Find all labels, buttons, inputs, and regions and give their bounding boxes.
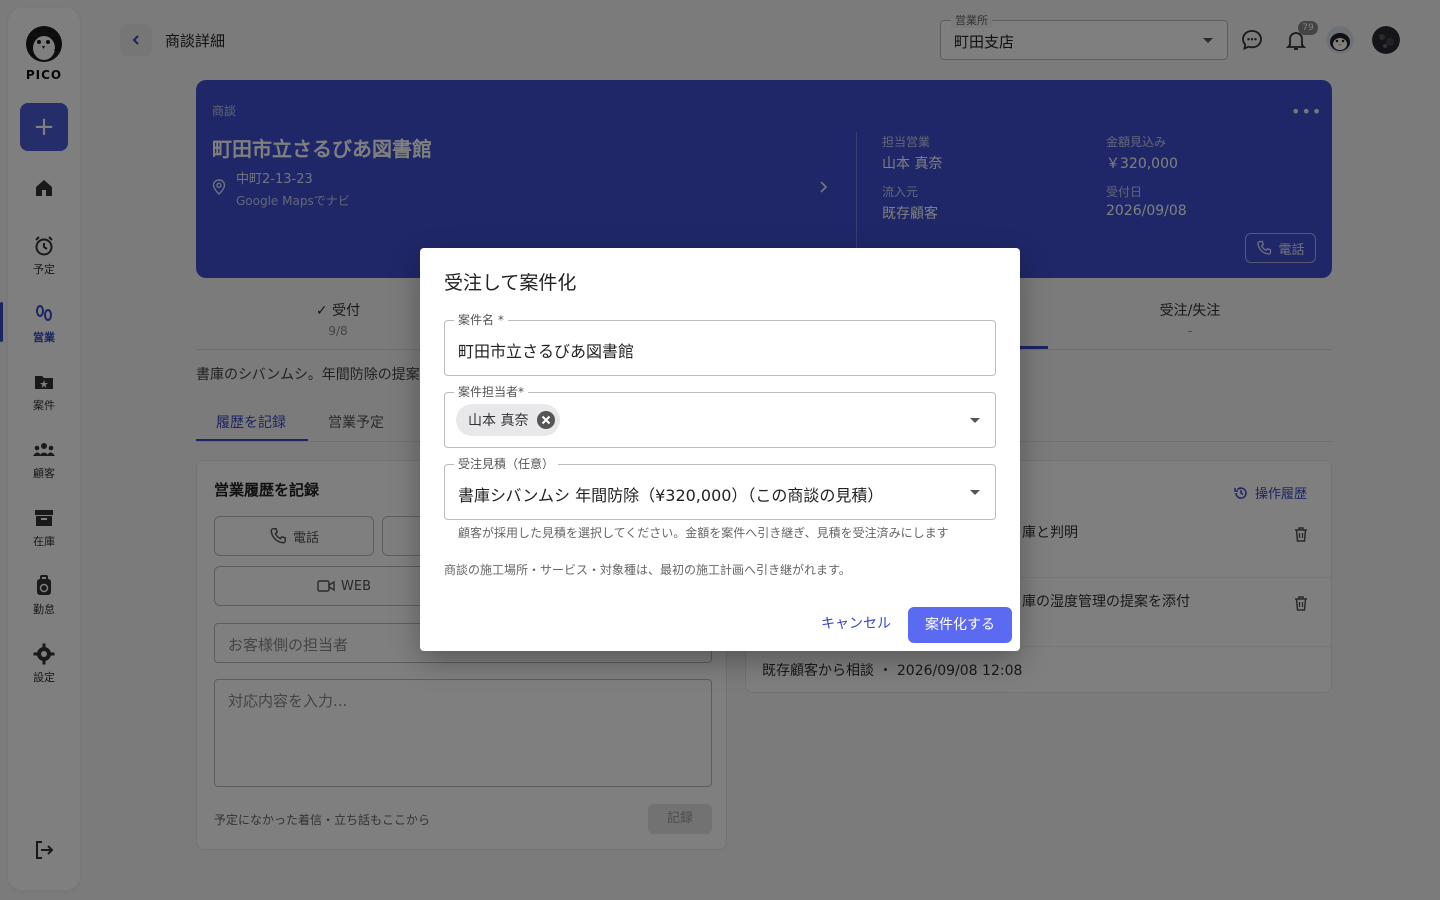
assignee-chip-label: 山本 真奈 xyxy=(468,413,529,429)
project-name-label: 案件名 * xyxy=(454,313,508,327)
cancel-button[interactable]: キャンセル xyxy=(810,608,902,640)
assignee-chip: 山本 真奈 xyxy=(456,404,561,436)
project-name-value: 町田市立さるびあ図書館 xyxy=(458,342,635,361)
estimate-label: 受注見積（任意） xyxy=(454,457,559,471)
assignee-label: 案件担当者* xyxy=(454,385,529,399)
estimate-value: 書庫シバンムシ 年間防除（¥320,000）（この商談の見積） xyxy=(458,486,884,505)
dropdown-arrow-icon xyxy=(970,490,980,495)
dialog-note: 商談の施工場所・サービス・対象種は、最初の施工計画へ引き継がれます。 xyxy=(444,563,851,577)
remove-chip-icon[interactable] xyxy=(536,410,556,430)
project-name-field[interactable]: 案件名 * 町田市立さるびあ図書館 xyxy=(444,313,996,376)
dialog-title: 受注して案件化 xyxy=(444,272,577,294)
dropdown-arrow-icon xyxy=(970,418,980,423)
estimate-helper-text: 顧客が採用した見積を選択してください。金額を案件へ引き継ぎ、見積を受注済みにしま… xyxy=(458,526,949,540)
assignee-select[interactable]: 案件担当者* 山本 真奈 xyxy=(444,385,996,448)
convert-button[interactable]: 案件化する xyxy=(908,607,1012,643)
estimate-select[interactable]: 受注見積（任意） 書庫シバンムシ 年間防除（¥320,000）（この商談の見積） xyxy=(444,457,996,520)
convert-to-project-dialog: 受注して案件化 案件名 * 町田市立さるびあ図書館 案件担当者* 山本 真奈 受… xyxy=(420,248,1020,651)
